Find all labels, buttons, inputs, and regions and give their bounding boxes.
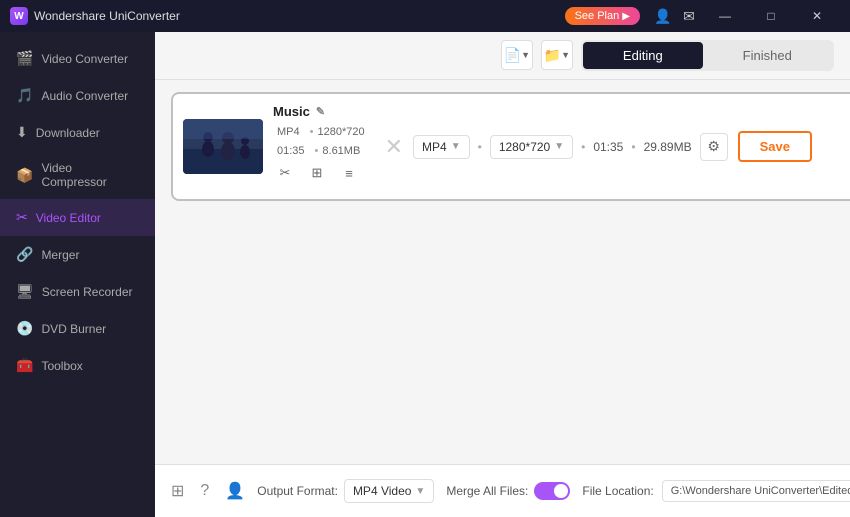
dropdown-arrow2: ▼: [561, 50, 570, 60]
audio-converter-icon: 🎵: [16, 87, 33, 104]
output-format-label: Output Format:: [257, 484, 338, 498]
titlebar: W Wondershare UniConverter See Plan ▶ 👤 …: [0, 0, 850, 32]
tab-finished[interactable]: Finished: [703, 42, 832, 69]
sidebar-item-toolbox[interactable]: 🧰 Toolbox: [0, 347, 155, 384]
maximize-button[interactable]: □: [748, 0, 794, 32]
arrow-divider: ✕: [385, 134, 403, 160]
file-meta2: 01:35 8.61MB: [273, 145, 375, 157]
edit-tools: ✂ ⊞ ≡: [273, 157, 375, 189]
screen-recorder-icon: 🖥: [16, 283, 34, 300]
add-file-button[interactable]: 📄 ▼: [501, 40, 533, 70]
save-button[interactable]: Save: [738, 131, 812, 162]
help-bottom-icon[interactable]: ?: [200, 482, 209, 500]
output-resolution-select[interactable]: 1280*720 ▼: [490, 135, 573, 159]
user-icon[interactable]: 👤: [653, 6, 673, 26]
add-folder-button[interactable]: 📁 ▼: [541, 40, 573, 70]
sidebar-item-merger[interactable]: 🔗 Merger: [0, 236, 155, 273]
file-path-dropdown[interactable]: G:\Wondershare UniConverter\Edited ▼: [662, 480, 850, 502]
file-location-label: File Location:: [582, 484, 653, 498]
chevron-down-icon: ▼: [451, 141, 461, 152]
app-logo: W: [10, 7, 28, 25]
sidebar-item-label: Screen Recorder: [42, 285, 133, 299]
file-duration: 01:35: [273, 145, 305, 157]
file-info: Music ✎ MP4 1280*720 01:35 8.61MB: [273, 104, 375, 189]
output-size: 29.89MB: [644, 140, 692, 154]
toolbox-icon: 🧰: [16, 357, 33, 374]
sidebar-item-label: DVD Burner: [41, 322, 106, 336]
downloader-icon: ⬇: [16, 124, 28, 141]
sidebar-item-label: Downloader: [36, 126, 100, 140]
sidebar-item-audio-converter[interactable]: 🎵 Audio Converter: [0, 77, 155, 114]
tab-editing[interactable]: Editing: [583, 42, 703, 69]
close-button[interactable]: ✕: [794, 0, 840, 32]
minimize-button[interactable]: —: [702, 0, 748, 32]
sidebar-item-screen-recorder[interactable]: 🖥 Screen Recorder: [0, 273, 155, 310]
merger-icon: 🔗: [16, 246, 33, 263]
sidebar-item-label: Merger: [41, 248, 79, 262]
file-size: 8.61MB: [315, 145, 361, 157]
sidebar-item-label: Video Converter: [41, 52, 128, 66]
sidebar-item-label: Video Compressor: [41, 161, 139, 189]
output-duration: 01:35: [593, 140, 623, 154]
file-meta: MP4 1280*720: [273, 123, 375, 141]
sidebar-item-label: Audio Converter: [41, 89, 128, 103]
sidebar-item-label: Toolbox: [41, 359, 82, 373]
sidebar-item-video-compressor[interactable]: 📦 Video Compressor: [0, 151, 155, 199]
settings-gear-button[interactable]: ⚙: [700, 133, 728, 161]
file-resolution: 1280*720: [310, 123, 365, 141]
bottom-left: ⊞ ? 👤 Output Format: MP4 Video ▼ Merge A…: [171, 479, 850, 503]
output-format-select[interactable]: MP4 ▼: [413, 135, 470, 159]
add-folder-icon: 📁: [544, 47, 561, 64]
output-settings: MP4 ▼ • 1280*720 ▼ • 01:35 • 29.89MB ⚙: [413, 133, 728, 161]
file-list-area: Music ✎ MP4 1280*720 01:35 8.61MB: [155, 80, 850, 464]
video-compressor-icon: 📦: [16, 167, 33, 184]
list-tool-button[interactable]: ≡: [337, 161, 361, 185]
sidebar-item-dvd-burner[interactable]: 💿 DVD Burner: [0, 310, 155, 347]
merge-label: Merge All Files:: [446, 484, 528, 498]
sidebar-item-label: Video Editor: [36, 211, 101, 225]
grid-view-icon[interactable]: ⊞: [171, 481, 184, 501]
chevron-format-icon: ▼: [415, 486, 425, 497]
add-file-icon: 📄: [504, 47, 521, 64]
merge-toggle[interactable]: [534, 482, 570, 500]
sidebar-item-video-converter[interactable]: 🎬 Video Converter: [0, 40, 155, 77]
main-layout: 🎬 Video Converter 🎵 Audio Converter ⬇ Do…: [0, 32, 850, 517]
tabs-bar: 📄 ▼ 📁 ▼ Editing Finished: [155, 32, 850, 80]
video-editor-icon: ✂: [16, 209, 28, 226]
file-card: Music ✎ MP4 1280*720 01:35 8.61MB: [171, 92, 850, 201]
output-format-dropdown[interactable]: MP4 Video ▼: [344, 479, 434, 503]
see-plan-button[interactable]: See Plan ▶: [565, 7, 640, 25]
file-thumbnail: [183, 119, 263, 174]
dvd-burner-icon: 💿: [16, 320, 33, 337]
crop-tool-button[interactable]: ⊞: [305, 161, 329, 185]
sidebar-item-video-editor[interactable]: ✂ Video Editor: [0, 199, 155, 236]
dropdown-arrow: ▼: [521, 50, 530, 60]
cut-tool-button[interactable]: ✂: [273, 161, 297, 185]
file-format: MP4: [273, 123, 300, 141]
bottom-bar: ⊞ ? 👤 Output Format: MP4 Video ▼ Merge A…: [155, 464, 850, 517]
bottom-icons: ⊞ ? 👤: [171, 481, 245, 501]
file-name: Music ✎: [273, 104, 375, 119]
sidebar: 🎬 Video Converter 🎵 Audio Converter ⬇ Do…: [0, 32, 155, 517]
chevron-down-icon2: ▼: [554, 141, 564, 152]
file-location: File Location: G:\Wondershare UniConvert…: [582, 480, 850, 502]
mail-icon[interactable]: ✉: [679, 6, 699, 26]
app-title: Wondershare UniConverter: [34, 9, 180, 23]
sidebar-item-downloader[interactable]: ⬇ Downloader: [0, 114, 155, 151]
person-bottom-icon[interactable]: 👤: [225, 481, 245, 501]
file-rename-icon[interactable]: ✎: [316, 105, 325, 118]
video-converter-icon: 🎬: [16, 50, 33, 67]
content-area: 📄 ▼ 📁 ▼ Editing Finished: [155, 32, 850, 517]
